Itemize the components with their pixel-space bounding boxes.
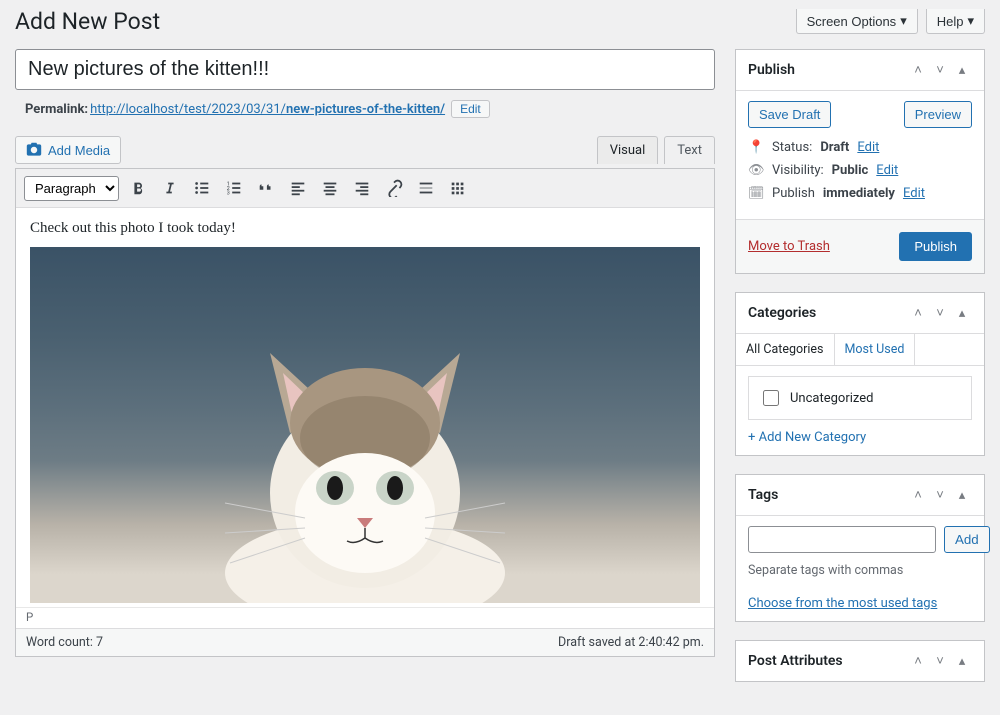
blockquote-button[interactable] [253, 175, 279, 201]
visibility-label: Visibility: [772, 163, 824, 178]
pin-icon: 📍 [748, 140, 764, 155]
align-center-button[interactable] [317, 175, 343, 201]
bullet-list-button[interactable] [189, 175, 215, 201]
tab-visual[interactable]: Visual [597, 136, 659, 164]
move-to-trash-link[interactable]: Move to Trash [748, 239, 830, 254]
status-value: Draft [820, 140, 849, 155]
toggle-icon[interactable]: ▴ [952, 651, 972, 671]
publish-metabox: Publish ˄ ˅ ▴ Save Draft Preview 📍 Statu… [735, 49, 985, 274]
permalink-base: http://localhost/test/2023/03/31/ [90, 102, 286, 117]
calendar-icon: 🗓 [748, 186, 764, 201]
camera-icon [26, 142, 42, 158]
read-more-button[interactable] [413, 175, 439, 201]
editor-box: Paragraph 123 Check out this photo I too… [15, 168, 715, 657]
move-up-icon[interactable]: ˄ [908, 651, 928, 671]
format-select[interactable]: Paragraph [24, 176, 119, 201]
content-image[interactable] [30, 247, 700, 603]
toggle-icon[interactable]: ▴ [952, 485, 972, 505]
publish-title: Publish [748, 62, 795, 78]
move-up-icon[interactable]: ˄ [908, 485, 928, 505]
schedule-label: Publish [772, 186, 815, 201]
chevron-down-icon: ▾ [967, 13, 974, 29]
chevron-down-icon: ▾ [900, 13, 907, 29]
align-left-button[interactable] [285, 175, 311, 201]
content-text: Check out this photo I took today! [30, 220, 700, 237]
add-tag-button[interactable]: Add [944, 526, 990, 553]
categories-title: Categories [748, 305, 816, 321]
tags-metabox: Tags ˄ ˅ ▴ Add Separate tags with commas… [735, 474, 985, 622]
tab-all-categories[interactable]: All Categories [736, 334, 835, 365]
screen-options-label: Screen Options [807, 14, 897, 29]
toggle-icon[interactable]: ▴ [952, 60, 972, 80]
element-path: P [16, 607, 714, 628]
add-media-label: Add Media [48, 143, 110, 158]
help-label: Help [937, 14, 964, 29]
permalink-row: Permalink: http://localhost/test/2023/03… [25, 100, 715, 118]
editor-toolbar: Paragraph 123 [16, 169, 714, 208]
link-button[interactable] [381, 175, 407, 201]
category-item[interactable]: Uncategorized [759, 387, 961, 409]
permalink-link[interactable]: http://localhost/test/2023/03/31/new-pic… [90, 102, 445, 117]
permalink-label: Permalink: [25, 102, 88, 117]
preview-button[interactable]: Preview [904, 101, 972, 128]
toolbar-toggle-button[interactable] [445, 175, 471, 201]
move-up-icon[interactable]: ˄ [908, 303, 928, 323]
save-draft-button[interactable]: Save Draft [748, 101, 831, 128]
content-editor[interactable]: Check out this photo I took today! [16, 208, 714, 607]
add-new-category-link[interactable]: + Add New Category [748, 430, 866, 445]
tags-hint: Separate tags with commas [748, 563, 972, 578]
svg-text:3: 3 [227, 190, 230, 196]
bold-button[interactable] [125, 175, 151, 201]
tab-text[interactable]: Text [664, 136, 715, 164]
screen-options-button[interactable]: Screen Options ▾ [796, 9, 918, 34]
edit-status-link[interactable]: Edit [857, 140, 879, 155]
move-up-icon[interactable]: ˄ [908, 60, 928, 80]
categories-metabox: Categories ˄ ˅ ▴ All Categories Most Use… [735, 292, 985, 456]
post-attributes-title: Post Attributes [748, 653, 843, 669]
autosave-status: Draft saved at 2:40:42 pm. [558, 635, 704, 650]
kitten-image [195, 323, 535, 603]
align-right-button[interactable] [349, 175, 375, 201]
edit-visibility-link[interactable]: Edit [876, 163, 898, 178]
permalink-slug: new-pictures-of-the-kitten/ [286, 102, 445, 117]
edit-slug-button[interactable]: Edit [451, 100, 490, 118]
status-label: Status: [772, 140, 812, 155]
category-label: Uncategorized [790, 391, 873, 406]
choose-tags-link[interactable]: Choose from the most used tags [748, 596, 937, 611]
italic-button[interactable] [157, 175, 183, 201]
post-title-input[interactable] [15, 49, 715, 90]
help-button[interactable]: Help ▾ [926, 9, 985, 34]
word-count: Word count: 7 [26, 635, 103, 650]
edit-schedule-link[interactable]: Edit [903, 186, 925, 201]
tab-most-used[interactable]: Most Used [835, 334, 916, 365]
category-checkbox[interactable] [763, 390, 779, 406]
publish-button[interactable]: Publish [899, 232, 972, 261]
move-down-icon[interactable]: ˅ [930, 485, 950, 505]
tag-input[interactable] [748, 526, 936, 553]
move-down-icon[interactable]: ˅ [930, 651, 950, 671]
category-list: Uncategorized [748, 376, 972, 420]
visibility-value: Public [832, 163, 869, 178]
move-down-icon[interactable]: ˅ [930, 303, 950, 323]
add-media-button[interactable]: Add Media [15, 136, 121, 164]
tags-title: Tags [748, 487, 778, 503]
move-down-icon[interactable]: ˅ [930, 60, 950, 80]
page-title: Add New Post [15, 8, 160, 35]
post-attributes-metabox: Post Attributes ˄ ˅ ▴ [735, 640, 985, 682]
schedule-value: immediately [823, 186, 895, 201]
toggle-icon[interactable]: ▴ [952, 303, 972, 323]
visibility-icon: 👁 [748, 163, 764, 178]
numbered-list-button[interactable]: 123 [221, 175, 247, 201]
